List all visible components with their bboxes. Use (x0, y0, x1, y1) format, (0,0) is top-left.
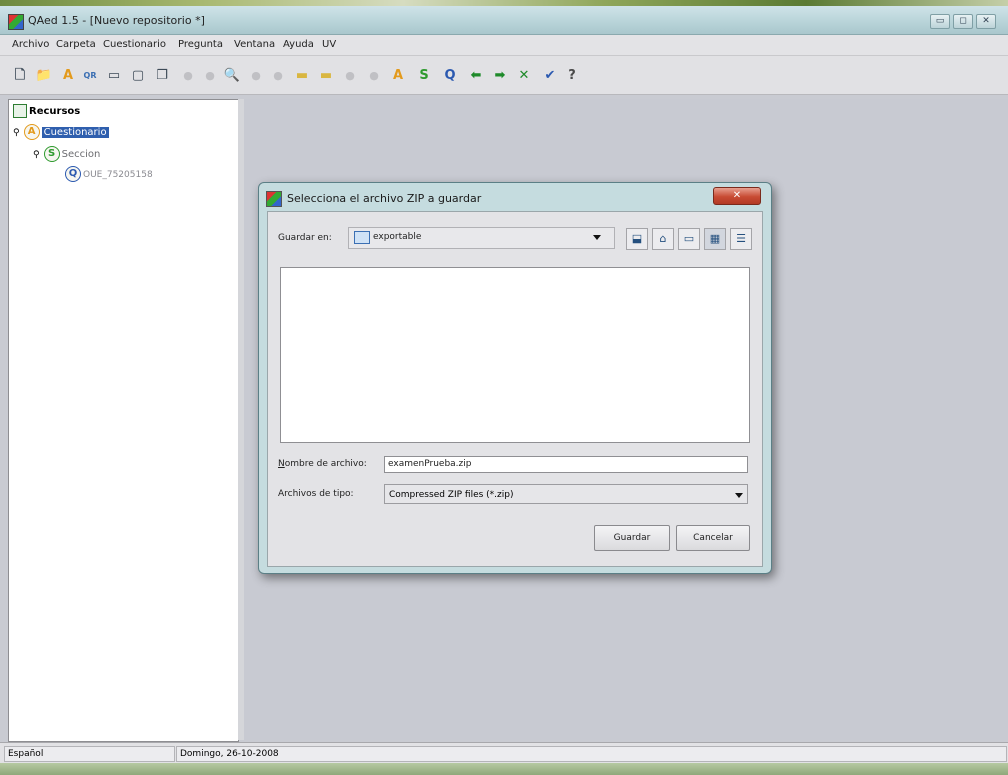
location-value: exportable (373, 232, 422, 242)
tree-label-pregunta: OUE_75205158 (83, 170, 153, 180)
a-icon[interactable]: A (58, 66, 78, 86)
dialog-body: Guardar en: exportable ⬓ ⌂ ▭ ▦ ☰ Nombre … (267, 211, 763, 567)
window-title: QAed 1.5 - [Nuevo repositorio *] (28, 14, 205, 27)
status-bar: Español Domingo, 26-10-2008 (0, 742, 1008, 763)
home-button[interactable]: ⌂ (652, 228, 674, 250)
menu-bar: Archivo Carpeta Cuestionario Pregunta Ve… (0, 35, 1008, 56)
qr-icon[interactable]: QR (80, 66, 100, 86)
new-folder-button[interactable]: ▭ (678, 228, 700, 250)
tree-label-seccion: Seccion (61, 149, 101, 160)
delete-icon[interactable]: ✕ (514, 66, 534, 86)
details-view-button[interactable]: ☰ (730, 228, 752, 250)
add-q-icon[interactable]: Q (440, 66, 460, 86)
arrow-left-icon[interactable]: ⬅ (466, 66, 486, 86)
search-icon[interactable]: 🔍 (222, 66, 242, 86)
disabled-icon-1: ● (183, 69, 193, 82)
status-date: Domingo, 26-10-2008 (176, 746, 1007, 762)
filetype-label: Archivos de tipo: (278, 489, 354, 499)
add-a-icon[interactable]: A (388, 66, 408, 86)
expand-handle-icon[interactable]: ⚲ (33, 150, 40, 160)
save-button[interactable]: Guardar (594, 525, 670, 551)
tree-root-label: Recursos (29, 106, 81, 117)
copy-icon[interactable]: ❐ (152, 66, 172, 86)
disabled-icon-5: ● (345, 69, 355, 82)
tree-label-cuestionario: Cuestionario (41, 127, 109, 138)
filename-input[interactable] (384, 456, 748, 473)
window-icon[interactable]: ▭ (104, 66, 124, 86)
filename-label: Nombre de archivo: (278, 459, 367, 469)
menu-uv[interactable]: UV (322, 39, 336, 50)
disabled-icon-4: ● (273, 69, 283, 82)
menu-cuestionario[interactable]: Cuestionario (103, 39, 166, 50)
disabled-icon-3: ● (251, 69, 261, 82)
tree-root[interactable]: Recursos (13, 104, 80, 120)
toolbar: 🗋 📁 A QR ▭ ▢ ❐ ● ● 🔍 ● ● ▬ ▬ ● ● A S Q ⬅ ➡ ✕ ✔? (0, 56, 1008, 95)
dialog-title: Selecciona el archivo ZIP a guardar (287, 192, 482, 205)
location-combo[interactable]: exportable (348, 227, 615, 249)
list-view-button[interactable]: ▦ (704, 228, 726, 250)
app-icon (8, 14, 24, 30)
expand-handle-icon[interactable]: ⚲ (13, 128, 20, 138)
filename-label-text: ombre de archivo: (284, 459, 367, 469)
chevron-down-icon (735, 493, 743, 498)
folder-down-icon[interactable]: ▬ (316, 66, 336, 86)
save-zip-dialog: Selecciona el archivo ZIP a guardar ✕ Gu… (258, 182, 772, 574)
taskbar-edge (0, 763, 1008, 775)
tree-node-cuestionario[interactable]: ⚲ A Cuestionario (13, 124, 109, 140)
filetype-combo[interactable]: Compressed ZIP files (*.zip) (384, 484, 748, 504)
filetype-value: Compressed ZIP files (*.zip) (389, 490, 514, 500)
folder-icon (354, 231, 370, 244)
pregunta-q-icon: Q (65, 166, 81, 182)
new-icon[interactable]: 🗋 (10, 66, 30, 86)
add-s-icon[interactable]: S (414, 66, 434, 86)
menu-pregunta[interactable]: Pregunta (178, 39, 223, 50)
check-icon[interactable]: ✔ (540, 66, 560, 86)
menu-ventana[interactable]: Ventana (234, 39, 275, 50)
save-in-label: Guardar en: (278, 233, 332, 243)
folder-up-icon[interactable]: ▬ (292, 66, 312, 86)
tree-root-icon (13, 104, 27, 118)
chevron-down-icon (593, 235, 601, 240)
up-folder-button[interactable]: ⬓ (626, 228, 648, 250)
save-icon[interactable]: ▢ (128, 66, 148, 86)
disabled-icon-2: ● (205, 69, 215, 82)
dialog-close-button[interactable]: ✕ (713, 187, 761, 205)
menu-ayuda[interactable]: Ayuda (283, 39, 314, 50)
seccion-s-icon: S (43, 146, 60, 162)
file-list[interactable] (280, 267, 750, 443)
tree-node-seccion[interactable]: ⚲ S Seccion (33, 146, 100, 162)
minimize-button[interactable]: ▭ (930, 14, 950, 29)
menu-carpeta[interactable]: Carpeta (56, 39, 96, 50)
help-icon[interactable]: ? (562, 66, 582, 86)
title-bar: QAed 1.5 - [Nuevo repositorio *] ▭ ◻ ✕ (0, 6, 1008, 35)
cuestionario-a-icon: A (23, 124, 40, 140)
dialog-app-icon (266, 191, 282, 207)
disabled-icon-6: ● (369, 69, 379, 82)
arrow-right-icon[interactable]: ➡ (490, 66, 510, 86)
cancel-button[interactable]: Cancelar (676, 525, 750, 551)
open-folder-icon[interactable]: 📁 (34, 66, 54, 86)
close-window-button[interactable]: ✕ (976, 14, 996, 29)
maximize-button[interactable]: ◻ (953, 14, 973, 29)
tree-node-pregunta[interactable]: Q OUE_75205158 (65, 166, 153, 182)
resource-tree-panel: Recursos ⚲ A Cuestionario ⚲ S Seccion Q OUE_7… (8, 99, 239, 742)
menu-archivo[interactable]: Archivo (12, 39, 49, 50)
status-language: Español (4, 746, 175, 762)
